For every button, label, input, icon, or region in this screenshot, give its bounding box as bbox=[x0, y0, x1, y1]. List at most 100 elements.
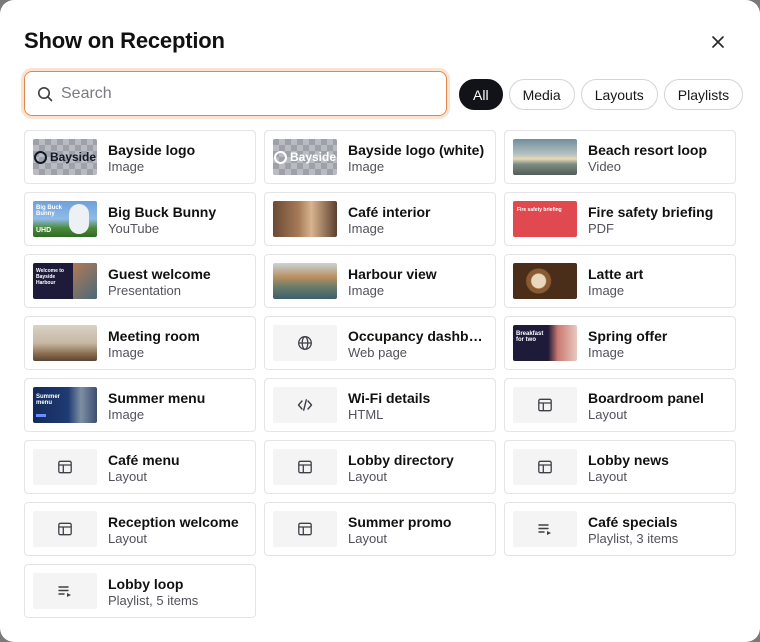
card-title: Bayside logo bbox=[108, 142, 196, 158]
card-title: Beach resort loop bbox=[588, 142, 708, 158]
content-card[interactable]: Welcome to Bayside Harbour Guest welcome P… bbox=[24, 254, 256, 308]
thumbnail-text: Breakfast for two bbox=[516, 331, 544, 343]
thumbnail-text: UHD bbox=[36, 227, 52, 234]
content-card[interactable]: Lobby news Layout bbox=[504, 440, 736, 494]
playlist-icon bbox=[537, 521, 553, 537]
code-icon bbox=[297, 397, 313, 413]
content-card[interactable]: Café menu Layout bbox=[24, 440, 256, 494]
content-card[interactable]: Beach resort loop Video bbox=[504, 130, 736, 184]
card-title: Café specials bbox=[588, 514, 678, 530]
card-type: Image bbox=[348, 159, 385, 174]
filter-chip-all[interactable]: All bbox=[459, 79, 503, 110]
layout-icon bbox=[537, 397, 553, 413]
thumbnail-text: Summer menu bbox=[36, 394, 61, 406]
card-type: Layout bbox=[348, 469, 388, 484]
card-type: Video bbox=[588, 159, 622, 174]
card-thumbnail bbox=[513, 263, 577, 299]
card-type: Image bbox=[348, 283, 385, 298]
thumbnail-text: Bayside bbox=[289, 150, 337, 164]
card-type: Layout bbox=[588, 469, 628, 484]
content-card[interactable]: Boardroom panel Layout bbox=[504, 378, 736, 432]
content-card[interactable]: Café specials Playlist, 3 items bbox=[504, 502, 736, 556]
layout-icon bbox=[297, 459, 313, 475]
content-card[interactable]: Breakfast for two Spring offer Image bbox=[504, 316, 736, 370]
globe-icon bbox=[297, 335, 313, 351]
thumbnail-text: Bayside bbox=[49, 150, 97, 164]
card-type: Image bbox=[108, 407, 145, 422]
content-card[interactable]: Lobby loop Playlist, 5 items bbox=[24, 564, 256, 618]
search-field[interactable] bbox=[24, 71, 447, 116]
card-title: Reception welcome bbox=[108, 514, 239, 530]
content-card[interactable]: Bayside Bayside logo Image bbox=[24, 130, 256, 184]
card-thumbnail bbox=[273, 449, 337, 485]
content-card[interactable]: Café interior Image bbox=[264, 192, 496, 246]
content-card[interactable]: Big Buck Bunny UHD Big Buck Bunny YouTube bbox=[24, 192, 256, 246]
thumbnail-text: Welcome to Bayside Harbour bbox=[36, 268, 64, 286]
card-title: Harbour view bbox=[348, 266, 437, 282]
card-thumbnail bbox=[33, 325, 97, 361]
filter-chip-playlists[interactable]: Playlists bbox=[663, 79, 744, 110]
content-card[interactable]: Occupancy dashboard Web page bbox=[264, 316, 496, 370]
card-thumbnail bbox=[273, 263, 337, 299]
card-thumbnail: Bayside bbox=[33, 139, 97, 175]
card-thumbnail bbox=[513, 139, 577, 175]
card-type: Image bbox=[348, 221, 385, 236]
card-title: Wi-Fi details bbox=[348, 390, 431, 406]
card-thumbnail bbox=[273, 511, 337, 547]
card-type: Layout bbox=[348, 531, 388, 546]
card-type: Presentation bbox=[108, 283, 181, 298]
card-type: Image bbox=[108, 345, 145, 360]
playlist-icon bbox=[57, 583, 73, 599]
content-card[interactable]: Latte art Image bbox=[504, 254, 736, 308]
card-type: Image bbox=[588, 283, 625, 298]
card-thumbnail: Summer menu bbox=[33, 387, 97, 423]
content-grid: Bayside Bayside logo Image Bayside Bayside l… bbox=[24, 130, 736, 618]
card-thumbnail: Big Buck Bunny UHD bbox=[33, 201, 97, 237]
layout-icon bbox=[297, 521, 313, 537]
card-type: PDF bbox=[588, 221, 614, 236]
thumbnail-text: Big Buck Bunny bbox=[36, 205, 63, 217]
content-card[interactable]: Harbour view Image bbox=[264, 254, 496, 308]
card-thumbnail: Bayside bbox=[273, 139, 337, 175]
search-input[interactable] bbox=[61, 72, 441, 115]
close-button[interactable] bbox=[706, 30, 730, 54]
card-title: Spring offer bbox=[588, 328, 668, 344]
card-type: Image bbox=[108, 159, 145, 174]
content-card[interactable]: Wi-Fi details HTML bbox=[264, 378, 496, 432]
card-title: Big Buck Bunny bbox=[108, 204, 217, 220]
card-thumbnail bbox=[33, 573, 97, 609]
card-title: Summer menu bbox=[108, 390, 206, 406]
content-card[interactable]: Summer menu Summer menu Image bbox=[24, 378, 256, 432]
card-title: Bayside logo (white) bbox=[348, 142, 485, 158]
layout-icon bbox=[57, 459, 73, 475]
card-thumbnail bbox=[33, 511, 97, 547]
card-thumbnail: Breakfast for two bbox=[513, 325, 577, 361]
card-title: Lobby directory bbox=[348, 452, 454, 468]
layout-icon bbox=[57, 521, 73, 537]
filter-chip-layouts[interactable]: Layouts bbox=[580, 79, 658, 110]
card-type: Layout bbox=[108, 469, 148, 484]
content-card[interactable]: Meeting room Image bbox=[24, 316, 256, 370]
card-thumbnail bbox=[513, 387, 577, 423]
filter-chip-media[interactable]: Media bbox=[508, 79, 575, 110]
card-type: Web page bbox=[348, 345, 408, 360]
content-card[interactable]: Summer promo Layout bbox=[264, 502, 496, 556]
card-thumbnail bbox=[513, 511, 577, 547]
card-type: YouTube bbox=[108, 221, 160, 236]
layout-icon bbox=[537, 459, 553, 475]
bayside-logo-mark: Bayside bbox=[273, 150, 337, 164]
content-card[interactable]: Bayside Bayside logo (white) Image bbox=[264, 130, 496, 184]
content-card[interactable]: Fire safety briefing Fire safety briefing… bbox=[504, 192, 736, 246]
card-type: Layout bbox=[588, 407, 628, 422]
content-card[interactable]: Reception welcome Layout bbox=[24, 502, 256, 556]
filter-chips: All Media Layouts Playlists bbox=[459, 79, 744, 110]
card-thumbnail bbox=[273, 325, 337, 361]
content-card[interactable]: Lobby directory Layout bbox=[264, 440, 496, 494]
card-thumbnail bbox=[33, 449, 97, 485]
card-title: Café interior bbox=[348, 204, 431, 220]
search-icon bbox=[38, 87, 53, 102]
card-thumbnail: Welcome to Bayside Harbour bbox=[33, 263, 97, 299]
card-thumbnail: Fire safety briefing bbox=[513, 201, 577, 237]
card-title: Café menu bbox=[108, 452, 180, 468]
card-title: Meeting room bbox=[108, 328, 200, 344]
